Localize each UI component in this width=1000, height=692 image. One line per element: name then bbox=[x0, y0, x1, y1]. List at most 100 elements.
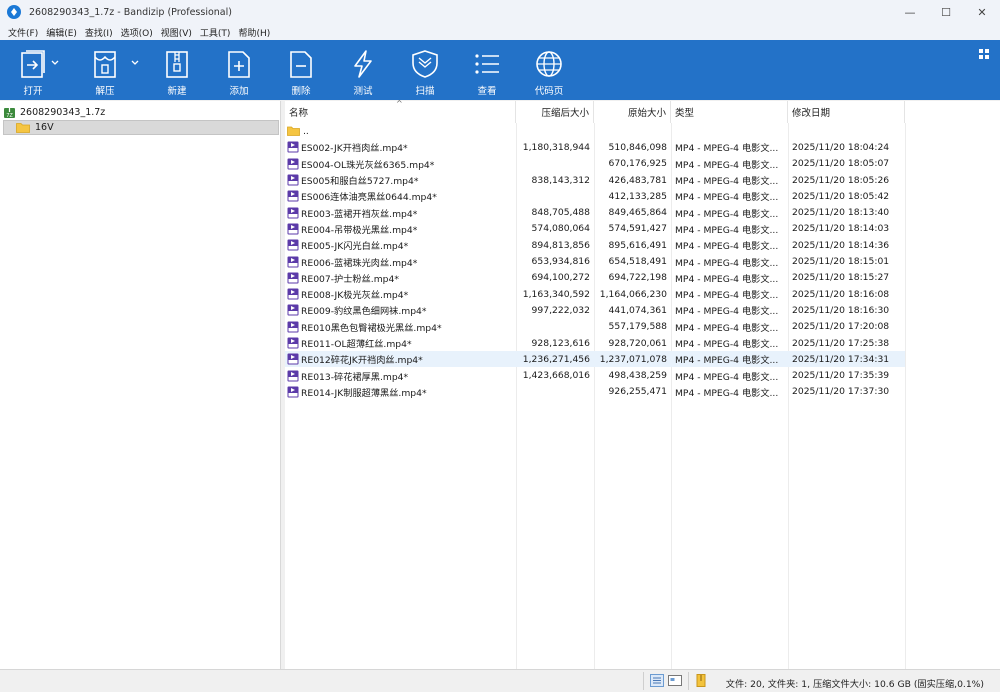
packed-size: 1,236,271,456 bbox=[522, 353, 590, 365]
modified-date: 2025/11/20 17:25:38 bbox=[792, 337, 890, 349]
file-row[interactable]: ES005和服白丝5727.mp4* 838,143,312 426,483,781… bbox=[285, 172, 905, 188]
original-size: 412,133,285 bbox=[608, 190, 667, 202]
scan-label: 扫描 bbox=[415, 86, 435, 97]
folder-tree[interactable]: 7Z 2608290343_1.7z 16V bbox=[0, 101, 281, 669]
file-row[interactable]: ES002-JK开裆肉丝.mp4* 1,180,318,944 510,846,09… bbox=[285, 139, 905, 155]
column-packed-label: 压缩后大小 bbox=[541, 108, 589, 119]
menu-options[interactable]: 选项(O) bbox=[117, 26, 157, 39]
file-name: RE007-护士粉丝.mp4* bbox=[301, 273, 399, 285]
lightning-icon bbox=[347, 48, 379, 80]
folder-icon bbox=[16, 123, 30, 133]
parent-folder-row[interactable]: .. bbox=[285, 123, 905, 139]
file-name-cell: ES005和服白丝5727.mp4* bbox=[285, 173, 516, 187]
video-file-icon bbox=[287, 256, 299, 268]
chevron-down-icon[interactable] bbox=[50, 58, 60, 68]
column-packed-size[interactable]: 压缩后大小 bbox=[516, 101, 594, 123]
tree-root-archive[interactable]: 7Z 2608290343_1.7z bbox=[3, 104, 105, 120]
video-file-icon bbox=[287, 223, 299, 235]
video-file-icon bbox=[287, 272, 299, 284]
file-row[interactable]: RE009-豹纹黑色细网袜.mp4* 997,222,032 441,074,361… bbox=[285, 302, 905, 318]
packed-size: 894,813,856 bbox=[531, 239, 590, 251]
file-name: ES004-OL珠光灰丝6365.mp4* bbox=[301, 159, 435, 171]
original-size: 1,237,071,078 bbox=[599, 353, 667, 365]
file-row[interactable]: RE004-吊带极光黑丝.mp4* 574,080,064 574,591,427 M… bbox=[285, 221, 905, 237]
file-name-cell: RE004-吊带极光黑丝.mp4* bbox=[285, 222, 516, 236]
status-divider bbox=[643, 672, 644, 690]
file-row[interactable]: RE014-JK制服超薄黑丝.mp4* 926,255,471 MP4 - MPEG… bbox=[285, 384, 905, 400]
add-label: 添加 bbox=[229, 86, 249, 97]
original-size: 694,722,198 bbox=[608, 272, 667, 284]
file-row[interactable]: ES006连体油亮黑丝0644.mp4* 412,133,285 MP4 - MPE… bbox=[285, 188, 905, 204]
video-file-icon bbox=[287, 288, 299, 300]
test-label: 测试 bbox=[353, 86, 373, 97]
file-row[interactable]: RE010黑色包臀裙极光黑丝.mp4* 557,179,588 MP4 - MPEG… bbox=[285, 319, 905, 335]
minimize-button[interactable]: — bbox=[892, 0, 928, 24]
modified-date: 2025/11/20 18:05:42 bbox=[792, 190, 890, 202]
view-button[interactable]: 查看 bbox=[456, 40, 518, 100]
maximize-button[interactable]: ☐ bbox=[928, 0, 964, 24]
chevron-down-icon[interactable] bbox=[130, 58, 140, 68]
file-row[interactable]: RE012碎花JK开裆肉丝.mp4* 1,236,271,456 1,237,071… bbox=[285, 351, 905, 368]
file-type: MP4 - MPEG-4 电影文... bbox=[675, 241, 779, 253]
file-row[interactable]: RE006-蓝裙珠光肉丝.mp4* 653,934,816 654,518,491 M… bbox=[285, 253, 905, 269]
file-name: RE004-吊带极光黑丝.mp4* bbox=[301, 224, 418, 236]
close-button[interactable]: ✕ bbox=[964, 0, 1000, 24]
menu-help[interactable]: 帮助(H) bbox=[234, 26, 274, 39]
file-name: RE013-碎花裙厚黑.mp4* bbox=[301, 371, 409, 383]
original-size: 928,720,061 bbox=[608, 337, 667, 349]
column-divider bbox=[905, 123, 906, 669]
menu-file[interactable]: 文件(F) bbox=[4, 26, 42, 39]
new-archive-button[interactable]: 新建 bbox=[146, 40, 208, 100]
file-row[interactable]: RE005-JK闪光白丝.mp4* 894,813,856 895,616,491 M… bbox=[285, 237, 905, 253]
open-button[interactable]: 打开 bbox=[2, 40, 64, 100]
modified-date: 2025/11/20 17:34:31 bbox=[792, 353, 890, 365]
column-type[interactable]: 类型 bbox=[671, 101, 788, 123]
file-row[interactable]: RE003-蓝裙开裆灰丝.mp4* 848,705,488 849,465,864 M… bbox=[285, 204, 905, 220]
file-type: MP4 - MPEG-4 电影文... bbox=[675, 208, 779, 220]
extract-button[interactable]: 解压 bbox=[74, 40, 139, 100]
bandizip-app-icon[interactable] bbox=[7, 5, 21, 19]
details-view-icon[interactable] bbox=[650, 674, 664, 687]
column-name-label: 名称 bbox=[289, 108, 309, 119]
file-name: RE011-OL超薄红丝.mp4* bbox=[301, 339, 412, 350]
file-row[interactable]: RE013-碎花裙厚黑.mp4* 1,423,668,016 498,438,259… bbox=[285, 367, 905, 383]
modified-date: 2025/11/20 18:15:27 bbox=[792, 272, 890, 284]
new-archive-icon bbox=[161, 48, 193, 80]
layout-grid-icon[interactable] bbox=[978, 48, 990, 60]
column-original-size[interactable]: 原始大小 bbox=[594, 101, 671, 123]
svg-text:7Z: 7Z bbox=[6, 113, 13, 119]
file-row[interactable]: ES004-OL珠光灰丝6365.mp4* 670,176,925 MP4 - MP… bbox=[285, 156, 905, 172]
archive-info-icon[interactable] bbox=[694, 674, 708, 687]
file-row[interactable]: RE007-护士粉丝.mp4* 694,100,272 694,722,198 MP4… bbox=[285, 270, 905, 286]
menu-view[interactable]: 视图(V) bbox=[157, 26, 196, 39]
video-file-icon bbox=[287, 370, 299, 382]
video-file-icon bbox=[287, 304, 299, 316]
video-file-icon bbox=[287, 207, 299, 219]
column-name[interactable]: 名称 ^ bbox=[285, 99, 516, 123]
modified-date: 2025/11/20 18:05:26 bbox=[792, 174, 890, 186]
list-view-icon[interactable] bbox=[668, 674, 682, 687]
add-button[interactable]: 添加 bbox=[208, 40, 270, 100]
delete-button[interactable]: 删除 bbox=[270, 40, 332, 100]
original-size: 498,438,259 bbox=[608, 370, 667, 382]
delete-file-icon bbox=[285, 48, 317, 80]
file-type: MP4 - MPEG-4 电影文... bbox=[675, 371, 779, 383]
file-name: RE012碎花JK开裆肉丝.mp4* bbox=[301, 355, 423, 367]
file-type: MP4 - MPEG-4 电影文... bbox=[675, 224, 779, 236]
column-modified[interactable]: 修改日期 bbox=[788, 101, 905, 123]
file-type: MP4 - MPEG-4 电影文... bbox=[675, 257, 779, 269]
menu-find[interactable]: 查找(I) bbox=[81, 26, 117, 39]
packed-size: 997,222,032 bbox=[531, 304, 590, 316]
test-button[interactable]: 测试 bbox=[332, 40, 394, 100]
file-rows: .. ES002-JK开裆肉丝.mp4* 1,180,318,944 510,846… bbox=[285, 123, 905, 400]
file-type: MP4 - MPEG-4 电影文... bbox=[675, 273, 779, 285]
codepage-button[interactable]: 代码页 bbox=[518, 40, 580, 100]
new-label: 新建 bbox=[167, 86, 187, 97]
tree-item-16v[interactable]: 16V bbox=[3, 120, 279, 135]
scan-button[interactable]: 扫描 bbox=[394, 40, 456, 100]
menu-edit[interactable]: 编辑(E) bbox=[42, 26, 81, 39]
open-icon bbox=[17, 48, 49, 80]
file-row[interactable]: RE008-JK极光灰丝.mp4* 1,163,340,592 1,164,066,… bbox=[285, 286, 905, 302]
file-row[interactable]: RE011-OL超薄红丝.mp4* 928,123,616 928,720,061 M… bbox=[285, 335, 905, 351]
menu-tools[interactable]: 工具(T) bbox=[196, 26, 235, 39]
